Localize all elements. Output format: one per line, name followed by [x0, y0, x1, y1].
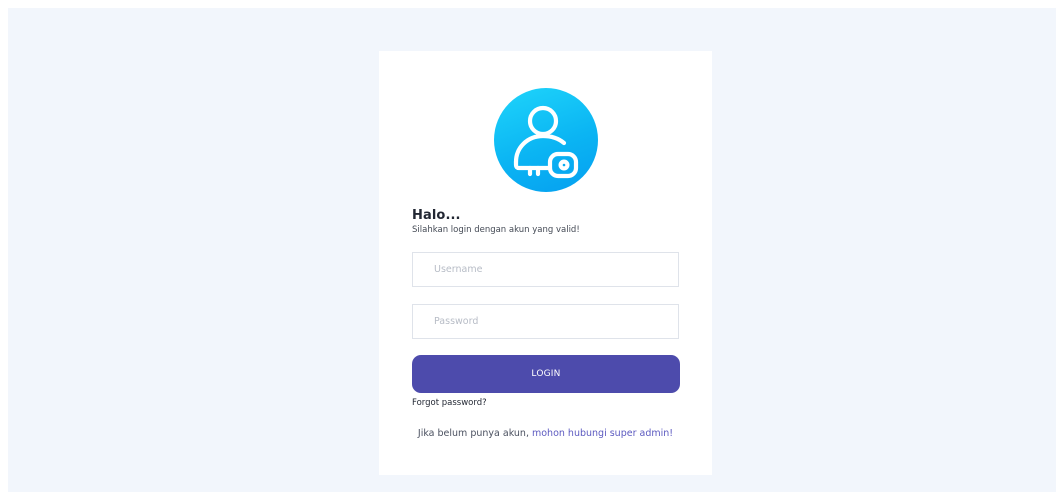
contact-admin-link[interactable]: mohon hubungi super admin! [532, 428, 673, 439]
login-subtitle: Silahkan login dengan akun yang valid! [412, 225, 580, 235]
username-input[interactable] [412, 252, 679, 287]
greeting-heading: Halo... [412, 208, 461, 223]
login-button[interactable]: LOGIN [412, 355, 680, 393]
forgot-password-link[interactable]: Forgot password? [412, 398, 487, 408]
page-background: Halo... Silahkan login dengan akun yang … [8, 8, 1056, 492]
password-input[interactable] [412, 304, 679, 339]
signup-note: Jika belum punya akun, mohon hubungi sup… [379, 428, 712, 439]
user-key-icon [494, 88, 598, 192]
signup-note-text: Jika belum punya akun, [417, 428, 532, 439]
login-card: Halo... Silahkan login dengan akun yang … [379, 51, 712, 475]
